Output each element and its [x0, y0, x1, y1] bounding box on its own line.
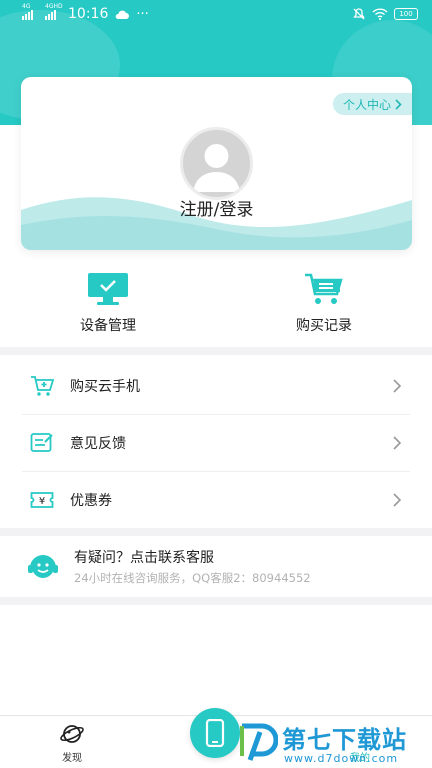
purchase-records-button[interactable]: 购买记录 [216, 268, 432, 340]
signal-icon: 4G [22, 3, 33, 20]
signal-icon: 4GHD [45, 3, 63, 20]
quick-actions: 设备管理 购买记录 [0, 268, 432, 340]
monitor-check-icon [88, 273, 128, 305]
chevron-right-icon [395, 98, 402, 110]
menu-list: 购买云手机 意见反馈 ¥ 优惠券 [0, 357, 432, 528]
battery-icon: 100 [394, 8, 418, 20]
avatar[interactable] [180, 127, 253, 200]
menu-item-feedback[interactable]: 意见反馈 [0, 414, 432, 471]
watermark-title: 第七下载站 [282, 726, 407, 754]
cloud-icon [116, 10, 130, 19]
svg-text:¥: ¥ [39, 496, 45, 507]
status-bar: 4G 4GHD 10:16 ··· 100 [0, 0, 432, 28]
tab-discover[interactable]: 发现 [32, 716, 112, 768]
section-divider [0, 597, 432, 605]
device-management-button[interactable]: 设备管理 [0, 268, 216, 340]
profile-card: 个人中心 注册/登录 [21, 77, 412, 250]
planet-icon [60, 725, 84, 743]
chevron-right-icon [393, 378, 402, 393]
support-subtitle: 24小时在线咨询服务，QQ客服2：80944552 [74, 571, 311, 585]
chevron-right-icon [393, 492, 402, 507]
default-avatar-icon [193, 144, 240, 192]
chevron-right-icon [393, 435, 402, 450]
status-more: ··· [136, 6, 149, 22]
phone-icon [205, 719, 225, 747]
login-register-link[interactable]: 注册/登录 [21, 195, 412, 220]
feedback-icon [30, 432, 53, 452]
personal-center-button[interactable]: 个人中心 [332, 93, 412, 115]
wifi-icon [372, 8, 388, 20]
shopping-cart-icon [305, 273, 343, 304]
customer-service-icon [28, 554, 58, 578]
site-watermark: 第七下载站 www.d7down.com [238, 718, 432, 768]
mute-icon [353, 8, 365, 20]
support-title: 有疑问？点击联系客服 [74, 550, 214, 566]
coupon-icon: ¥ [30, 491, 54, 508]
section-divider [0, 528, 432, 536]
section-divider [0, 347, 432, 355]
customer-service-row[interactable]: 有疑问？点击联系客服 24小时在线咨询服务，QQ客服2：80944552 [0, 537, 432, 596]
watermark-url: www.d7down.com [284, 752, 399, 765]
status-time: 10:16 [68, 6, 109, 22]
cart-plus-icon [31, 375, 54, 396]
menu-item-coupon[interactable]: ¥ 优惠券 [0, 471, 432, 528]
menu-item-buy-cloud-phone[interactable]: 购买云手机 [0, 357, 432, 414]
d7-logo-icon [240, 723, 278, 761]
cloud-phone-center-button[interactable] [190, 708, 240, 758]
